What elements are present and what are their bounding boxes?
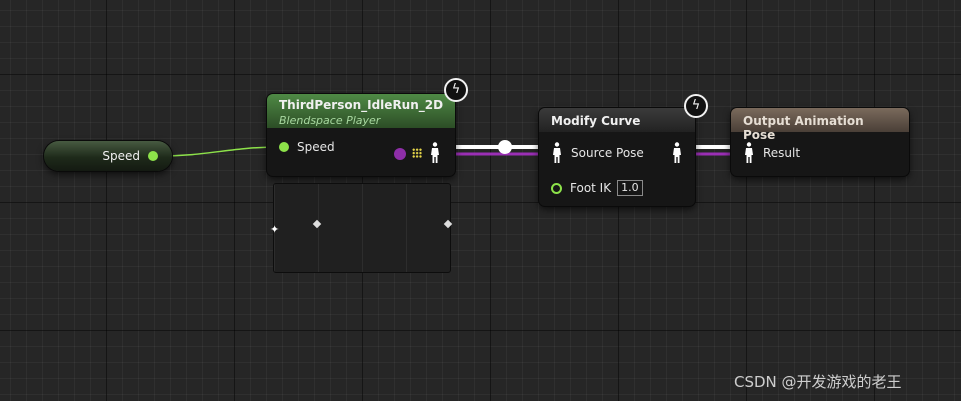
source-pose-input[interactable]: Source Pose [551, 142, 644, 164]
circle-pin-icon[interactable] [551, 182, 562, 194]
modify-curve-header: Modify Curve [539, 108, 695, 132]
result-input[interactable]: Result [743, 142, 800, 164]
foot-ik-input[interactable]: Foot IK 1.0 [551, 180, 643, 196]
speed-variable-label: Speed [102, 149, 140, 163]
pose-wire-knot [498, 140, 512, 154]
blendspace-asset-icon [394, 148, 406, 160]
modify-curve-node[interactable]: Modify Curve Source Pose Foot IK 1.0 ϟ [539, 94, 708, 206]
speed-input-label: Speed [297, 140, 335, 154]
blendspace-grid-icon [412, 148, 422, 158]
blendspace-node-header: ThirdPerson_IdleRun_2D Blendspace Player [267, 94, 455, 128]
result-label: Result [763, 146, 801, 160]
foot-ik-label: Foot IK [570, 181, 612, 195]
mannequin-icon[interactable] [429, 142, 441, 168]
lightning-bolt-icon: ϟ [444, 78, 468, 102]
blendspace-node-subtitle: Blendspace Player [279, 114, 381, 127]
mannequin-icon [745, 142, 753, 163]
blendspace-sample-point[interactable] [443, 219, 453, 229]
mannequin-icon [553, 142, 561, 163]
blendspace-speed-input[interactable]: Speed [279, 140, 335, 154]
graph-wires [157, 140, 744, 157]
speed-output-pin[interactable] [148, 151, 158, 161]
blendspace-player-node[interactable]: ThirdPerson_IdleRun_2D Blendspace Player… [267, 78, 468, 176]
blendspace-preview-panel[interactable]: ✦ [270, 183, 453, 273]
foot-ik-value-field[interactable]: 1.0 [617, 180, 643, 196]
mannequin-icon[interactable] [671, 142, 683, 168]
output-pose-header: Output Animation Pose [731, 108, 909, 142]
modify-curve-title: Modify Curve [551, 114, 641, 128]
speed-wire [157, 146, 281, 157]
blendspace-sample-point-current[interactable]: ✦ [270, 223, 279, 236]
speed-input-pin[interactable] [279, 142, 289, 152]
output-animation-pose-node[interactable]: Output Animation Pose Result [731, 108, 909, 176]
lightning-bolt-icon: ϟ [684, 94, 708, 118]
watermark-text: CSDN @开发游戏的老王 [734, 373, 902, 391]
speed-variable-node[interactable]: Speed [44, 141, 172, 171]
blendspace-node-title: ThirdPerson_IdleRun_2D [279, 98, 444, 112]
output-pose-title: Output Animation Pose [743, 114, 864, 142]
source-pose-label: Source Pose [571, 146, 644, 160]
blendspace-sample-point[interactable] [312, 219, 322, 229]
